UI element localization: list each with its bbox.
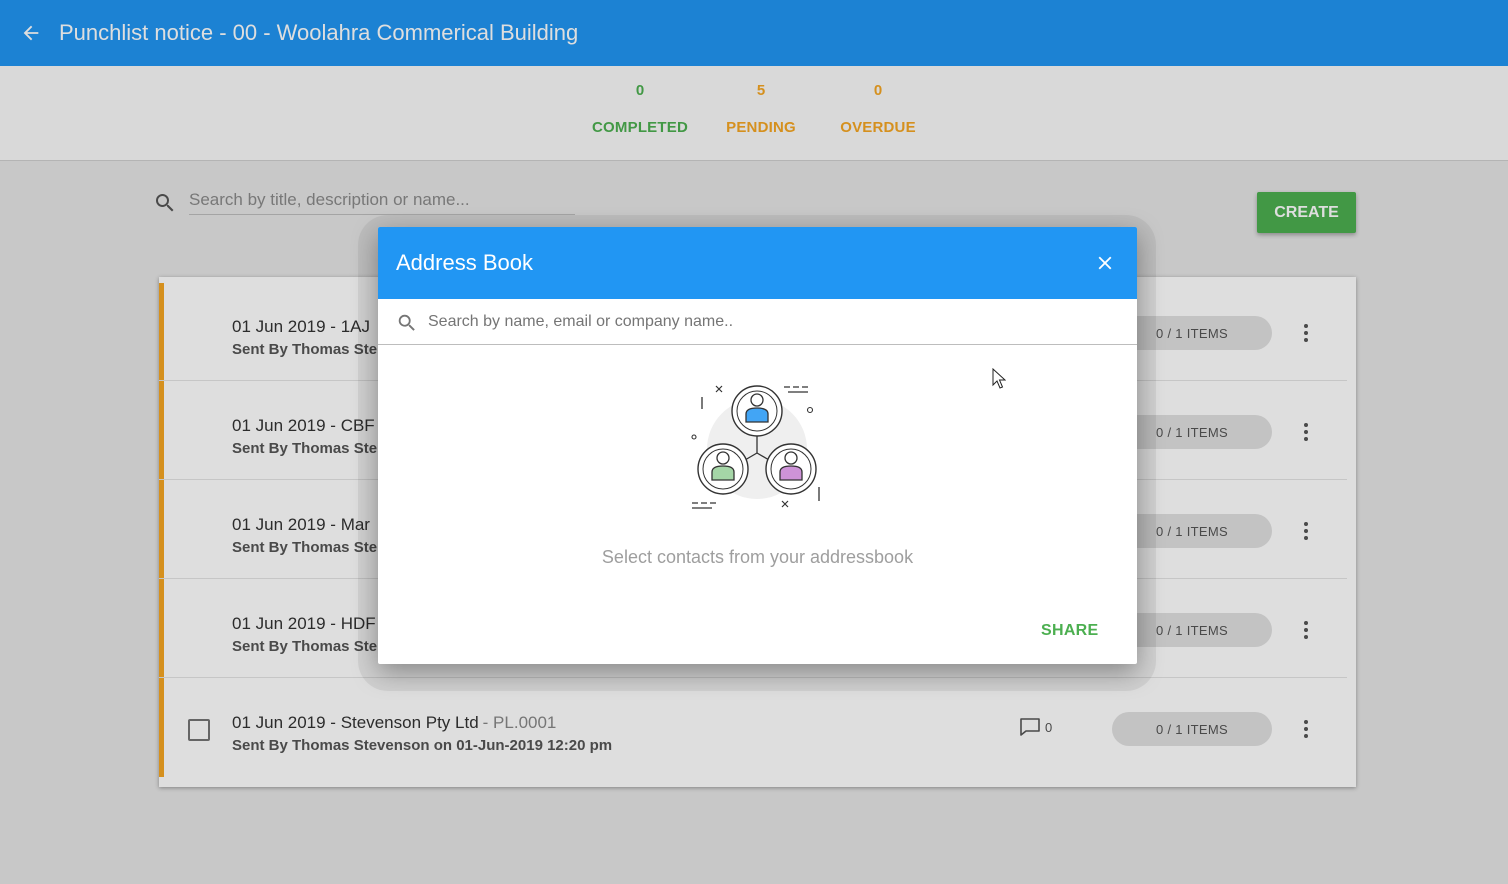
empty-state-text: Select contacts from your addressbook xyxy=(601,547,914,567)
search-icon xyxy=(398,314,415,331)
close-button[interactable] xyxy=(1091,249,1119,277)
address-book-dialog: Address Book Search by name, email or co… xyxy=(378,227,1137,664)
close-icon xyxy=(1098,256,1112,270)
contact-search-bar xyxy=(378,299,1137,345)
mouse-cursor-icon xyxy=(992,368,1006,389)
dialog-title: Address Book xyxy=(396,250,533,275)
share-button[interactable]: SHARE xyxy=(1041,622,1099,640)
contact-search-input[interactable] xyxy=(428,307,1108,337)
dialog-header: Address Book xyxy=(378,227,1137,299)
contacts-illustration xyxy=(691,385,820,509)
